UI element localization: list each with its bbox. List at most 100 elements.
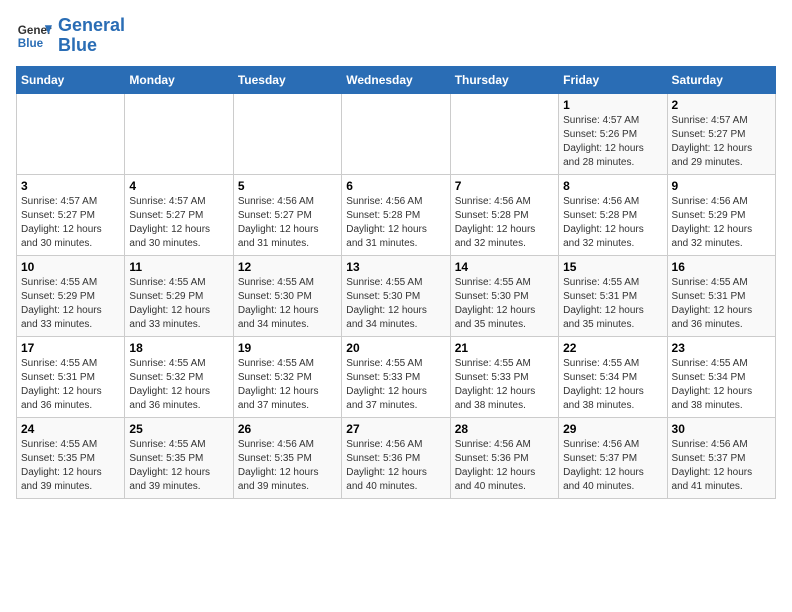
calendar-cell: 23 Sunrise: 4:55 AM Sunset: 5:34 PM Dayli… <box>667 336 775 417</box>
day-info: Sunrise: 4:55 AM Sunset: 5:30 PM Dayligh… <box>455 276 554 332</box>
logo-icon: General Blue <box>16 18 52 54</box>
calendar-cell: 3 Sunrise: 4:57 AM Sunset: 5:27 PM Daylig… <box>17 174 125 255</box>
day-number: 19 <box>238 341 337 355</box>
calendar-cell: 29Sunrise: 4:56 AM Sunset: 5:37 PM Dayli… <box>559 417 667 498</box>
day-number: 17 <box>21 341 120 355</box>
page-header: General Blue GeneralBlue <box>16 16 776 56</box>
day-number: 7 <box>455 179 554 193</box>
calendar-cell: 10 Sunrise: 4:55 AM Sunset: 5:29 PM Dayli… <box>17 255 125 336</box>
day-number: 6 <box>346 179 445 193</box>
day-info: Sunrise: 4:56 AM Sunset: 5:27 PM Dayligh… <box>238 195 337 251</box>
svg-text:Blue: Blue <box>18 37 44 50</box>
calendar-cell: 2 Sunrise: 4:57 AM Sunset: 5:27 PM Daylig… <box>667 93 775 174</box>
day-number: 13 <box>346 260 445 274</box>
calendar-cell: 27 Sunrise: 4:56 AM Sunset: 5:36 PM Dayli… <box>342 417 450 498</box>
calendar-week-3: 10 Sunrise: 4:55 AM Sunset: 5:29 PM Dayli… <box>17 255 776 336</box>
day-number: 24 <box>21 422 120 436</box>
logo: General Blue GeneralBlue <box>16 16 125 56</box>
day-number: 15 <box>563 260 662 274</box>
day-info: Sunrise: 4:57 AM Sunset: 5:27 PM Dayligh… <box>21 195 120 251</box>
day-info: Sunrise: 4:56 AM Sunset: 5:37 PM Dayligh… <box>563 438 662 494</box>
calendar-cell: 7Sunrise: 4:56 AM Sunset: 5:28 PM Daylig… <box>450 174 558 255</box>
day-info: Sunrise: 4:55 AM Sunset: 5:33 PM Dayligh… <box>455 357 554 413</box>
day-number: 11 <box>129 260 228 274</box>
day-info: Sunrise: 4:55 AM Sunset: 5:31 PM Dayligh… <box>21 357 120 413</box>
calendar-cell <box>342 93 450 174</box>
day-info: Sunrise: 4:55 AM Sunset: 5:32 PM Dayligh… <box>238 357 337 413</box>
calendar-cell: 26 Sunrise: 4:56 AM Sunset: 5:35 PM Dayli… <box>233 417 341 498</box>
calendar-cell: 12Sunrise: 4:55 AM Sunset: 5:30 PM Dayli… <box>233 255 341 336</box>
calendar-cell: 25 Sunrise: 4:55 AM Sunset: 5:35 PM Dayli… <box>125 417 233 498</box>
calendar-cell: 22 Sunrise: 4:55 AM Sunset: 5:34 PM Dayli… <box>559 336 667 417</box>
day-header-tuesday: Tuesday <box>233 66 341 93</box>
day-number: 1 <box>563 98 662 112</box>
day-header-wednesday: Wednesday <box>342 66 450 93</box>
day-info: Sunrise: 4:56 AM Sunset: 5:36 PM Dayligh… <box>455 438 554 494</box>
calendar-cell: 5Sunrise: 4:56 AM Sunset: 5:27 PM Daylig… <box>233 174 341 255</box>
day-number: 28 <box>455 422 554 436</box>
calendar-cell: 21 Sunrise: 4:55 AM Sunset: 5:33 PM Dayli… <box>450 336 558 417</box>
calendar-cell: 18 Sunrise: 4:55 AM Sunset: 5:32 PM Dayli… <box>125 336 233 417</box>
day-info: Sunrise: 4:57 AM Sunset: 5:27 PM Dayligh… <box>672 114 771 170</box>
calendar-cell: 30 Sunrise: 4:56 AM Sunset: 5:37 PM Dayli… <box>667 417 775 498</box>
day-number: 3 <box>21 179 120 193</box>
day-number: 12 <box>238 260 337 274</box>
calendar-cell: 17 Sunrise: 4:55 AM Sunset: 5:31 PM Dayli… <box>17 336 125 417</box>
day-number: 21 <box>455 341 554 355</box>
day-info: Sunrise: 4:56 AM Sunset: 5:29 PM Dayligh… <box>672 195 771 251</box>
calendar-cell <box>125 93 233 174</box>
calendar-cell: 15 Sunrise: 4:55 AM Sunset: 5:31 PM Dayli… <box>559 255 667 336</box>
logo-text: GeneralBlue <box>58 16 125 56</box>
day-info: Sunrise: 4:55 AM Sunset: 5:29 PM Dayligh… <box>129 276 228 332</box>
day-info: Sunrise: 4:57 AM Sunset: 5:26 PM Dayligh… <box>563 114 662 170</box>
day-info: Sunrise: 4:55 AM Sunset: 5:31 PM Dayligh… <box>563 276 662 332</box>
day-info: Sunrise: 4:55 AM Sunset: 5:32 PM Dayligh… <box>129 357 228 413</box>
day-number: 22 <box>563 341 662 355</box>
day-number: 8 <box>563 179 662 193</box>
calendar-cell: 14 Sunrise: 4:55 AM Sunset: 5:30 PM Dayli… <box>450 255 558 336</box>
day-info: Sunrise: 4:55 AM Sunset: 5:35 PM Dayligh… <box>21 438 120 494</box>
calendar-cell: 4Sunrise: 4:57 AM Sunset: 5:27 PM Daylig… <box>125 174 233 255</box>
day-info: Sunrise: 4:56 AM Sunset: 5:36 PM Dayligh… <box>346 438 445 494</box>
calendar-cell <box>450 93 558 174</box>
day-info: Sunrise: 4:55 AM Sunset: 5:34 PM Dayligh… <box>563 357 662 413</box>
day-number: 10 <box>21 260 120 274</box>
day-number: 23 <box>672 341 771 355</box>
calendar-cell: 19 Sunrise: 4:55 AM Sunset: 5:32 PM Dayli… <box>233 336 341 417</box>
day-number: 26 <box>238 422 337 436</box>
day-header-friday: Friday <box>559 66 667 93</box>
calendar-cell: 1 Sunrise: 4:57 AM Sunset: 5:26 PM Daylig… <box>559 93 667 174</box>
day-info: Sunrise: 4:55 AM Sunset: 5:30 PM Dayligh… <box>346 276 445 332</box>
calendar-cell: 9 Sunrise: 4:56 AM Sunset: 5:29 PM Daylig… <box>667 174 775 255</box>
day-info: Sunrise: 4:55 AM Sunset: 5:31 PM Dayligh… <box>672 276 771 332</box>
calendar-week-5: 24 Sunrise: 4:55 AM Sunset: 5:35 PM Dayli… <box>17 417 776 498</box>
calendar-week-2: 3 Sunrise: 4:57 AM Sunset: 5:27 PM Daylig… <box>17 174 776 255</box>
day-number: 18 <box>129 341 228 355</box>
calendar-cell: 24 Sunrise: 4:55 AM Sunset: 5:35 PM Dayli… <box>17 417 125 498</box>
calendar-cell: 16Sunrise: 4:55 AM Sunset: 5:31 PM Dayli… <box>667 255 775 336</box>
day-number: 25 <box>129 422 228 436</box>
day-info: Sunrise: 4:56 AM Sunset: 5:35 PM Dayligh… <box>238 438 337 494</box>
day-header-monday: Monday <box>125 66 233 93</box>
calendar-cell: 8 Sunrise: 4:56 AM Sunset: 5:28 PM Daylig… <box>559 174 667 255</box>
day-info: Sunrise: 4:55 AM Sunset: 5:29 PM Dayligh… <box>21 276 120 332</box>
day-number: 2 <box>672 98 771 112</box>
calendar-header: SundayMondayTuesdayWednesdayThursdayFrid… <box>17 66 776 93</box>
day-number: 14 <box>455 260 554 274</box>
day-info: Sunrise: 4:56 AM Sunset: 5:28 PM Dayligh… <box>563 195 662 251</box>
calendar-cell: 11 Sunrise: 4:55 AM Sunset: 5:29 PM Dayli… <box>125 255 233 336</box>
day-number: 9 <box>672 179 771 193</box>
day-number: 30 <box>672 422 771 436</box>
day-info: Sunrise: 4:56 AM Sunset: 5:37 PM Dayligh… <box>672 438 771 494</box>
day-info: Sunrise: 4:55 AM Sunset: 5:33 PM Dayligh… <box>346 357 445 413</box>
calendar-table: SundayMondayTuesdayWednesdayThursdayFrid… <box>16 66 776 499</box>
day-info: Sunrise: 4:56 AM Sunset: 5:28 PM Dayligh… <box>346 195 445 251</box>
day-number: 27 <box>346 422 445 436</box>
calendar-cell <box>17 93 125 174</box>
day-header-saturday: Saturday <box>667 66 775 93</box>
day-info: Sunrise: 4:55 AM Sunset: 5:34 PM Dayligh… <box>672 357 771 413</box>
day-number: 20 <box>346 341 445 355</box>
day-info: Sunrise: 4:55 AM Sunset: 5:35 PM Dayligh… <box>129 438 228 494</box>
calendar-cell: 13 Sunrise: 4:55 AM Sunset: 5:30 PM Dayli… <box>342 255 450 336</box>
calendar-week-1: 1 Sunrise: 4:57 AM Sunset: 5:26 PM Daylig… <box>17 93 776 174</box>
